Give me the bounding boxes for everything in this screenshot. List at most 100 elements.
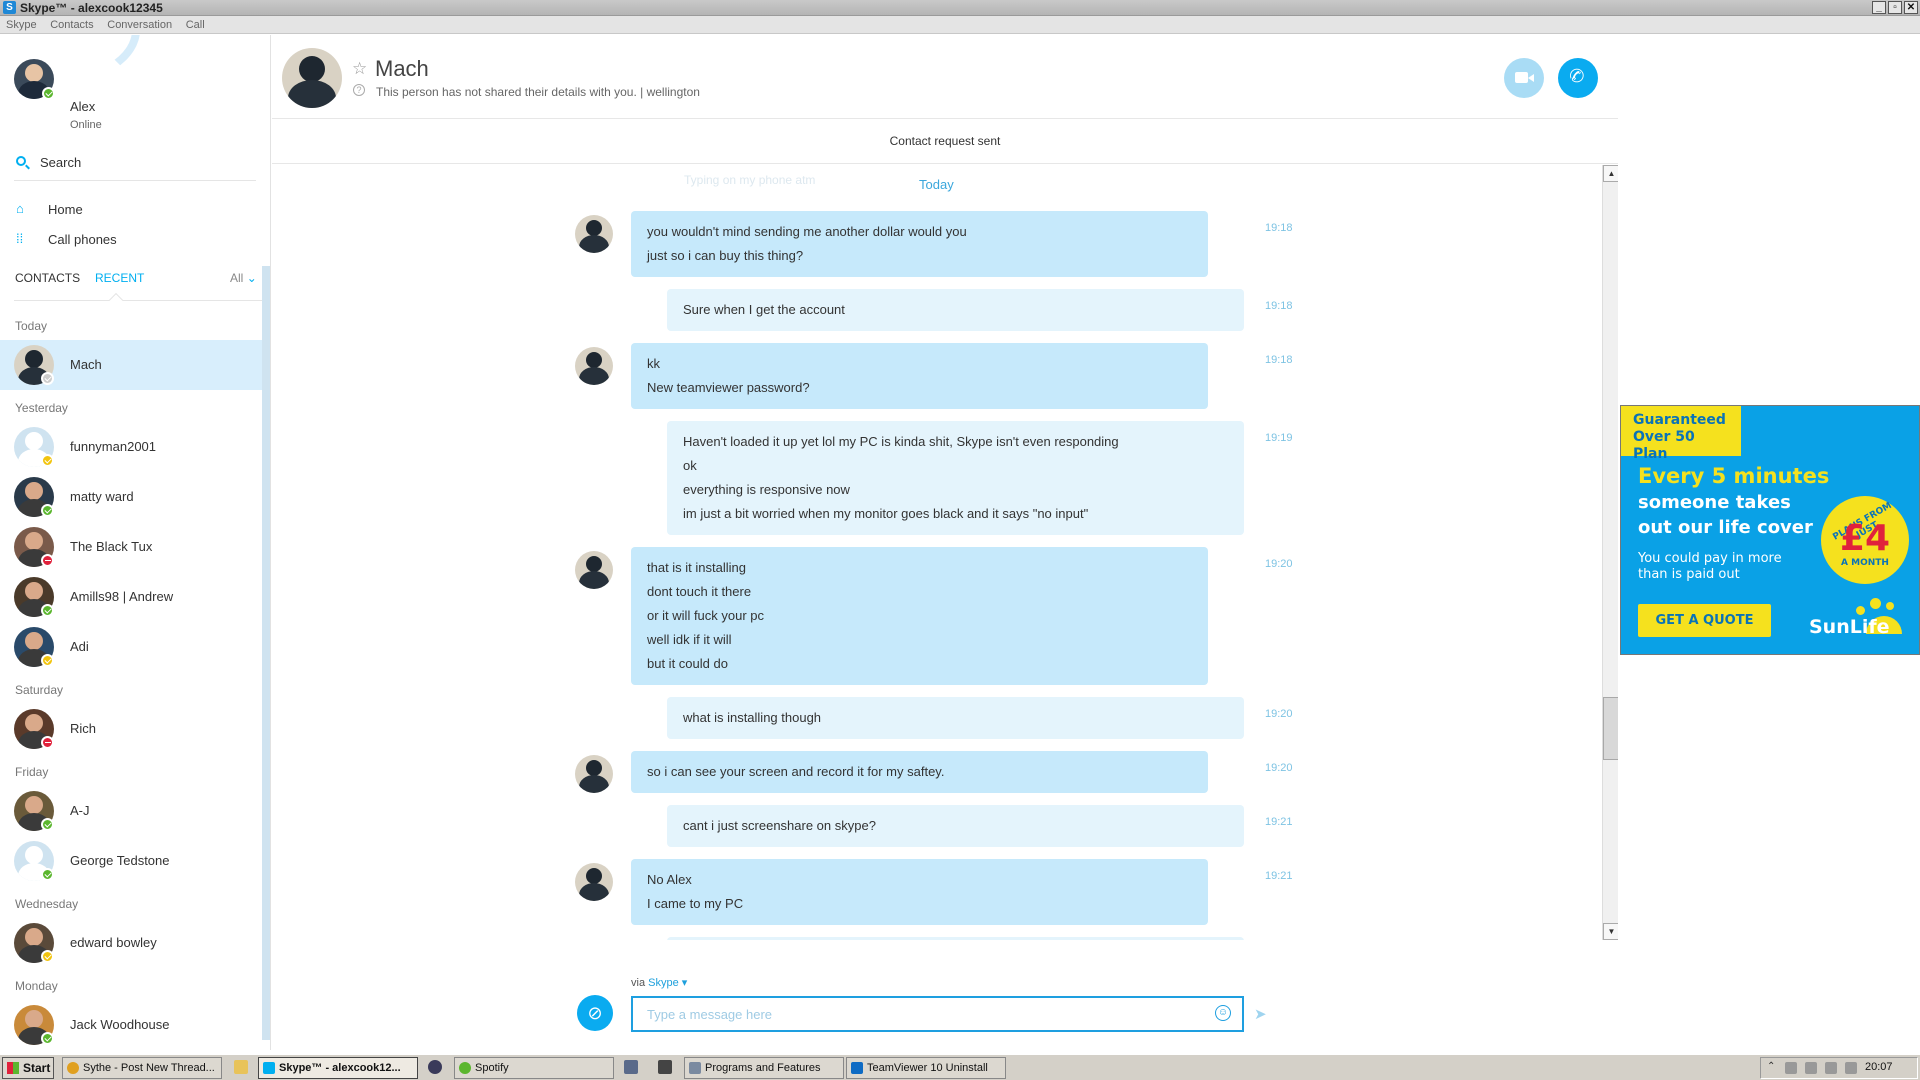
emoticon-icon[interactable]: ☺ — [1215, 1005, 1231, 1021]
taskbar-item-spotify[interactable]: Spotify — [454, 1057, 614, 1079]
unknown-status-icon — [41, 372, 54, 385]
contact-name: Mach — [70, 357, 102, 372]
advertisement[interactable]: Guaranteed Over 50 Plan Every 5 minutes … — [1620, 405, 1920, 655]
online-status-icon — [42, 87, 55, 100]
contact-item[interactable]: edward bowley — [0, 918, 262, 968]
incoming-message[interactable]: kk New teamviewer password? — [631, 343, 1208, 409]
show-hidden-icons-icon[interactable]: ⌃ — [1767, 1061, 1779, 1073]
sidebar: Alex Online Search ⌂ Home ⁞⁞ Call phones… — [0, 35, 271, 1050]
sender-avatar[interactable] — [575, 215, 613, 253]
nav-call-phones-label: Call phones — [48, 232, 117, 247]
sender-avatar[interactable] — [575, 551, 613, 589]
ad-tag: Guaranteed Over 50 Plan — [1621, 406, 1741, 462]
contact-item[interactable]: Jack Woodhouse — [0, 1000, 262, 1050]
ad-badge-bottom: A MONTH — [1841, 558, 1889, 568]
send-icon[interactable]: ➤ — [1254, 1005, 1267, 1023]
tab-recent[interactable]: RECENT — [95, 271, 144, 285]
contact-name[interactable]: Mach — [375, 56, 429, 82]
via-selector[interactable]: via Skype ▾ — [631, 976, 687, 989]
group-header: Saturday — [15, 683, 64, 697]
maximize-button[interactable]: ▫ — [1888, 1, 1902, 14]
sender-avatar[interactable] — [575, 347, 613, 385]
sidebar-scrollbar[interactable] — [262, 266, 270, 1040]
contact-item[interactable]: Adi — [0, 622, 262, 672]
taskbar-item-teamviewer[interactable]: TeamViewer 10 Uninstall — [846, 1057, 1006, 1079]
menu-call[interactable]: Call — [186, 16, 205, 34]
network-icon[interactable] — [1785, 1062, 1797, 1074]
contact-item[interactable]: A-J — [0, 786, 262, 836]
contact-item[interactable]: Amills98 | Andrew — [0, 572, 262, 622]
tray-app-icon[interactable] — [1825, 1062, 1837, 1074]
message-input[interactable] — [631, 996, 1244, 1032]
incoming-message[interactable]: No Alex I came to my PC — [631, 859, 1208, 925]
taskbar-item-chrome[interactable]: Sythe - Post New Thread... — [62, 1057, 222, 1079]
filter-dropdown[interactable]: All ⌄ — [230, 271, 257, 285]
video-call-button[interactable] — [1504, 58, 1544, 98]
via-label: via — [631, 977, 646, 989]
tray-app-icon-2[interactable] — [1845, 1062, 1857, 1074]
star-icon[interactable]: ☆ — [352, 59, 367, 79]
group-header: Wednesday — [15, 897, 79, 911]
minimize-button[interactable]: _ — [1872, 1, 1886, 14]
sender-avatar[interactable] — [575, 755, 613, 793]
steam-icon[interactable] — [428, 1060, 442, 1074]
menu-contacts[interactable]: Contacts — [50, 16, 93, 34]
online-status-icon — [41, 818, 54, 831]
profile-name[interactable]: Alex — [70, 99, 95, 114]
contact-name: Rich — [70, 721, 97, 736]
online-status-icon — [41, 868, 54, 881]
contact-item[interactable]: Rich — [0, 704, 262, 754]
outgoing-message[interactable]: it feels like you're scamming me.. — [667, 937, 1244, 940]
folder-icon[interactable] — [234, 1060, 248, 1074]
clock[interactable]: 20:07 — [1865, 1061, 1893, 1073]
ad-get-quote-button[interactable]: GET A QUOTE — [1638, 604, 1771, 637]
sender-avatar[interactable] — [575, 863, 613, 901]
contact-item[interactable]: Mach — [0, 340, 262, 390]
outgoing-message[interactable]: what is installing though — [667, 697, 1244, 739]
via-skype-link[interactable]: Skype ▾ — [648, 977, 687, 989]
volume-icon[interactable] — [1805, 1062, 1817, 1074]
system-tray: ⌃ 20:07 — [1760, 1057, 1918, 1079]
contact-item[interactable]: George Tedstone — [0, 836, 262, 886]
day-divider: Today — [919, 177, 954, 192]
attach-button[interactable]: ⊘ — [577, 995, 613, 1031]
contact-item[interactable]: The Black Tux — [0, 522, 262, 572]
skype-logo-icon: S — [3, 1, 16, 14]
message-line: just so i can buy this thing? — [647, 248, 804, 263]
contact-item[interactable]: matty ward — [0, 472, 262, 522]
search-label: Search — [40, 155, 82, 170]
nav-call-phones[interactable]: ⁞⁞ Call phones — [14, 231, 254, 251]
contact-name: edward bowley — [70, 935, 157, 950]
conversation-header: ☆ Mach ? This person has not shared thei… — [272, 35, 1618, 119]
contact-name: A-J — [70, 803, 90, 818]
close-button[interactable]: ✕ — [1904, 1, 1918, 14]
conversation-scrollbar[interactable]: ▲ ▼ — [1602, 165, 1618, 940]
menu-conversation[interactable]: Conversation — [107, 16, 172, 34]
scroll-up-arrow-icon[interactable]: ▲ — [1603, 165, 1618, 182]
app-quicklaunch-icon[interactable] — [624, 1060, 638, 1074]
audio-call-button[interactable]: ✆ — [1558, 58, 1598, 98]
tab-contacts[interactable]: CONTACTS — [15, 271, 80, 285]
contact-name: Amills98 | Andrew — [70, 589, 174, 604]
message-line: ok — [683, 458, 697, 473]
ad-brand: SunLife — [1809, 616, 1890, 638]
outgoing-message[interactable]: Sure when I get the account — [667, 289, 1244, 331]
taskbar-item-skype[interactable]: Skype™ - alexcook12... — [258, 1057, 418, 1079]
taskbar: Start Sythe - Post New Thread... Skype™ … — [0, 1054, 1920, 1080]
nav-home[interactable]: ⌂ Home — [14, 201, 254, 221]
menu-skype[interactable]: Skype — [6, 16, 37, 34]
app-quicklaunch-icon-2[interactable] — [658, 1060, 672, 1074]
scroll-thumb[interactable] — [1603, 697, 1618, 760]
outgoing-message[interactable]: cant i just screenshare on skype? — [667, 805, 1244, 847]
contact-avatar[interactable] — [282, 48, 342, 108]
search-button[interactable]: Search — [14, 153, 256, 181]
taskbar-item-programs[interactable]: Programs and Features — [684, 1057, 844, 1079]
contact-item[interactable]: funnyman2001 — [0, 422, 262, 472]
incoming-message[interactable]: so i can see your screen and record it f… — [631, 751, 1208, 793]
incoming-message[interactable]: that is it installing dont touch it there… — [631, 547, 1208, 685]
scroll-down-arrow-icon[interactable]: ▼ — [1603, 923, 1618, 940]
start-button[interactable]: Start — [2, 1057, 54, 1079]
profile-status[interactable]: Online — [70, 119, 102, 131]
incoming-message[interactable]: you wouldn't mind sending me another dol… — [631, 211, 1208, 277]
outgoing-message[interactable]: Haven't loaded it up yet lol my PC is ki… — [667, 421, 1244, 535]
